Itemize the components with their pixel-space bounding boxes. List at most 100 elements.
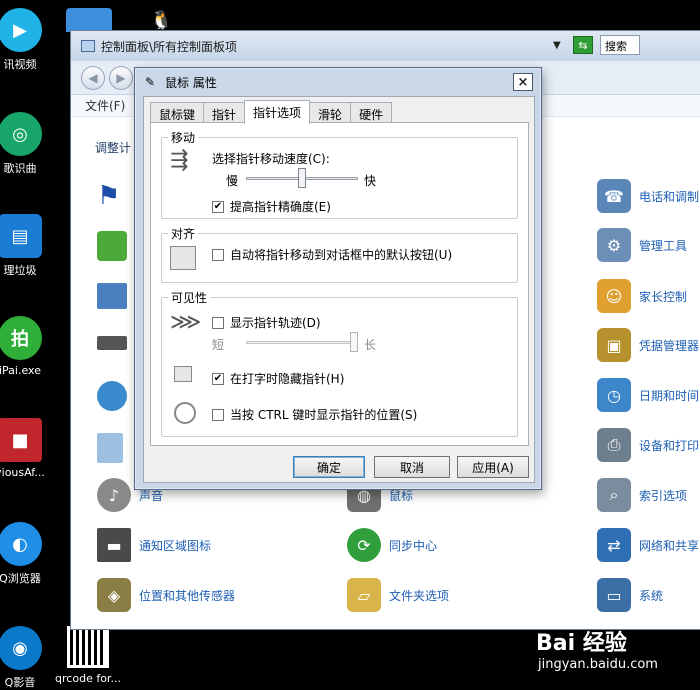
visibility-group: 可见性 ⋙ 显示指针轨迹(D) 短 长 ✔ 在打字时隐藏指针(H) 当按 CTR… [161, 289, 518, 437]
trails-long-label: 长 [364, 338, 377, 352]
cp-item-date-time[interactable]: ◷ 日期和时间 [597, 378, 699, 412]
motion-group: 移动 ⇶ 选择指针移动速度(C): 慢 快 ✔ 提高指针精确度(E) [161, 129, 518, 219]
visibility-group-title: 可见性 [168, 289, 211, 306]
search-input[interactable]: 搜索 [600, 35, 640, 55]
tab-hardware[interactable]: 硬件 [350, 102, 393, 122]
snap-to-default-option[interactable]: 自动将指针移动到对话框中的默认按钮(U) [212, 246, 452, 263]
tab-buttons[interactable]: 鼠标键 [150, 102, 205, 122]
globe-icon[interactable] [97, 381, 127, 411]
cp-item-phone-modem[interactable]: ☎ 电话和调制 [597, 179, 699, 213]
printer-icon: ⎙ [597, 428, 631, 462]
control-panel-icon [81, 40, 95, 52]
speaker-icon: ♪ [97, 478, 131, 512]
cp-item-admin-tools[interactable]: ⚙ 管理工具 [597, 228, 687, 262]
speed-slow-label: 慢 [226, 174, 239, 188]
pointer-speed-icon: ⇶ [170, 148, 189, 173]
forward-button[interactable]: ▶ [109, 65, 133, 90]
cp-item-indexing-options[interactable]: ⌕ 索引选项 [597, 478, 687, 512]
gear-icon: ⚙ [597, 228, 631, 262]
qrcode-icon [67, 626, 109, 668]
sync-icon: ⟳ [347, 528, 381, 562]
speed-label: 选择指针移动速度(C): [212, 152, 330, 166]
apply-button[interactable]: 应用(A) [457, 456, 529, 478]
flag-icon[interactable]: ⚑ [97, 181, 120, 211]
cp-item-folder-options[interactable]: ▱ 文件夹选项 [347, 578, 449, 612]
enhance-precision-option[interactable]: ✔ 提高指针精确度(E) [212, 198, 331, 215]
cp-item-notification-icons[interactable]: ▬ 通知区域图标 [97, 528, 211, 562]
slider-thumb[interactable] [350, 332, 358, 352]
desktop-icon-qq-browser[interactable]: ◐ Q浏览器 [0, 522, 55, 586]
desktop-icon-partial[interactable] [66, 8, 112, 32]
keyboard-icon[interactable] [97, 336, 127, 350]
tab-pointers[interactable]: 指针 [203, 102, 246, 122]
desktop-icon-qrcode[interactable]: qrcode for... [53, 626, 123, 685]
monitor-icon: ▭ [597, 578, 631, 612]
camera-app-icon: 拍 [0, 316, 42, 360]
mouse-properties-dialog: ✎ 鼠标 属性 × 鼠标键 指针 指针选项 滑轮 硬件 移动 ⇶ 选择指针移动速… [134, 67, 542, 490]
show-location-ctrl-checkbox[interactable] [212, 408, 224, 421]
sensor-icon: ◈ [97, 578, 131, 612]
refresh-button[interactable]: ⇆ [573, 36, 593, 54]
mouse-pointer-icon: ✎ [145, 75, 156, 89]
baidu-watermark-logo: Bai 经验 [536, 631, 627, 656]
tab-strip: 鼠标键 指针 指针选项 滑轮 硬件 [150, 100, 393, 124]
cancel-button[interactable]: 取消 [374, 456, 450, 478]
desktop-icon-video[interactable]: ▶ 讯视频 [0, 8, 55, 72]
cp-item-system[interactable]: ▭ 系统 [597, 578, 663, 612]
network-icon: ⇄ [597, 528, 631, 562]
close-button[interactable]: × [513, 73, 533, 91]
desktop-icon-qq-player[interactable]: ◉ Q影音 [0, 626, 55, 690]
player-icon: ◉ [0, 626, 42, 670]
hide-while-typing-checkbox[interactable]: ✔ [212, 372, 224, 385]
slider-track [246, 341, 358, 344]
cp-item-network-sharing[interactable]: ⇄ 网络和共享 [597, 528, 699, 562]
magnifier-icon: ⌕ [597, 478, 631, 512]
snap-group: 对齐 自动将指针移动到对话框中的默认按钮(U) [161, 225, 518, 283]
show-location-ctrl-option[interactable]: 当按 CTRL 键时显示指针的位置(S) [212, 406, 417, 423]
back-button[interactable]: ◀ [81, 65, 105, 90]
pointer-trails-icon: ⋙ [170, 310, 202, 335]
battery-icon[interactable] [97, 231, 127, 261]
video-app-icon: ▶ [0, 8, 42, 52]
menu-file[interactable]: 文件(F) [85, 97, 125, 114]
snap-to-default-checkbox[interactable] [212, 248, 224, 261]
tray-icon: ▬ [97, 528, 131, 562]
cp-item-location-sensors[interactable]: ◈ 位置和其他传感器 [97, 578, 235, 612]
tab-wheel[interactable]: 滑轮 [309, 102, 352, 122]
hide-while-typing-option[interactable]: ✔ 在打字时隐藏指针(H) [212, 370, 344, 387]
desktop-icon-cleanup[interactable]: ▤ 理垃圾 [0, 214, 55, 278]
broom-icon: ▤ [0, 214, 42, 258]
desktop-icon-ipai[interactable]: 拍 iPai.exe [0, 316, 55, 377]
ok-button[interactable]: 确定 [293, 456, 365, 478]
trails-short-label: 短 [212, 338, 225, 352]
cp-item-parental-controls[interactable]: ☺ 家长控制 [597, 279, 687, 313]
snap-button-icon [170, 246, 196, 270]
browser-icon: ◐ [0, 522, 42, 566]
dialog-titlebar[interactable]: ✎ 鼠标 属性 [135, 68, 541, 96]
pointer-trails-option[interactable]: 显示指针轨迹(D) [212, 314, 321, 331]
speed-fast-label: 快 [364, 174, 377, 188]
dialog-body: 鼠标键 指针 指针选项 滑轮 硬件 移动 ⇶ 选择指针移动速度(C): 慢 快 … [143, 96, 535, 483]
pointer-speed-slider[interactable] [246, 168, 358, 190]
cp-item-credential-manager[interactable]: ▣ 凭据管理器 [597, 328, 699, 362]
pointer-options-panel: 移动 ⇶ 选择指针移动速度(C): 慢 快 ✔ 提高指针精确度(E) 对齐 自动… [150, 122, 529, 446]
tab-pointer-options[interactable]: 指针选项 [244, 100, 311, 124]
computer-icon[interactable] [97, 283, 127, 309]
adjust-settings-label: 调整计 [95, 141, 132, 155]
desktop-icon-previous-after[interactable]: ■ viousAf... [0, 418, 55, 479]
hide-pointer-icon [174, 366, 192, 382]
music-app-icon: ◎ [0, 112, 42, 156]
baidu-watermark-url: jingyan.baidu.com [538, 657, 658, 672]
address-dropdown-arrow[interactable]: ▼ [553, 40, 561, 51]
vault-icon: ▣ [597, 328, 631, 362]
qq-penguin-icon[interactable]: 🐧 [150, 10, 172, 31]
folder-icon: ▱ [347, 578, 381, 612]
pointer-trails-checkbox[interactable] [212, 316, 224, 329]
desktop-icon-song-recognition[interactable]: ◎ 歌识曲 [0, 112, 55, 176]
cp-item-devices-printers[interactable]: ⎙ 设备和打印 [597, 428, 699, 462]
trails-length-slider[interactable] [246, 332, 358, 354]
document-icon[interactable] [97, 433, 123, 463]
cp-item-sync-center[interactable]: ⟳ 同步中心 [347, 528, 437, 562]
enhance-precision-checkbox[interactable]: ✔ [212, 200, 224, 213]
slider-thumb[interactable] [298, 168, 306, 188]
